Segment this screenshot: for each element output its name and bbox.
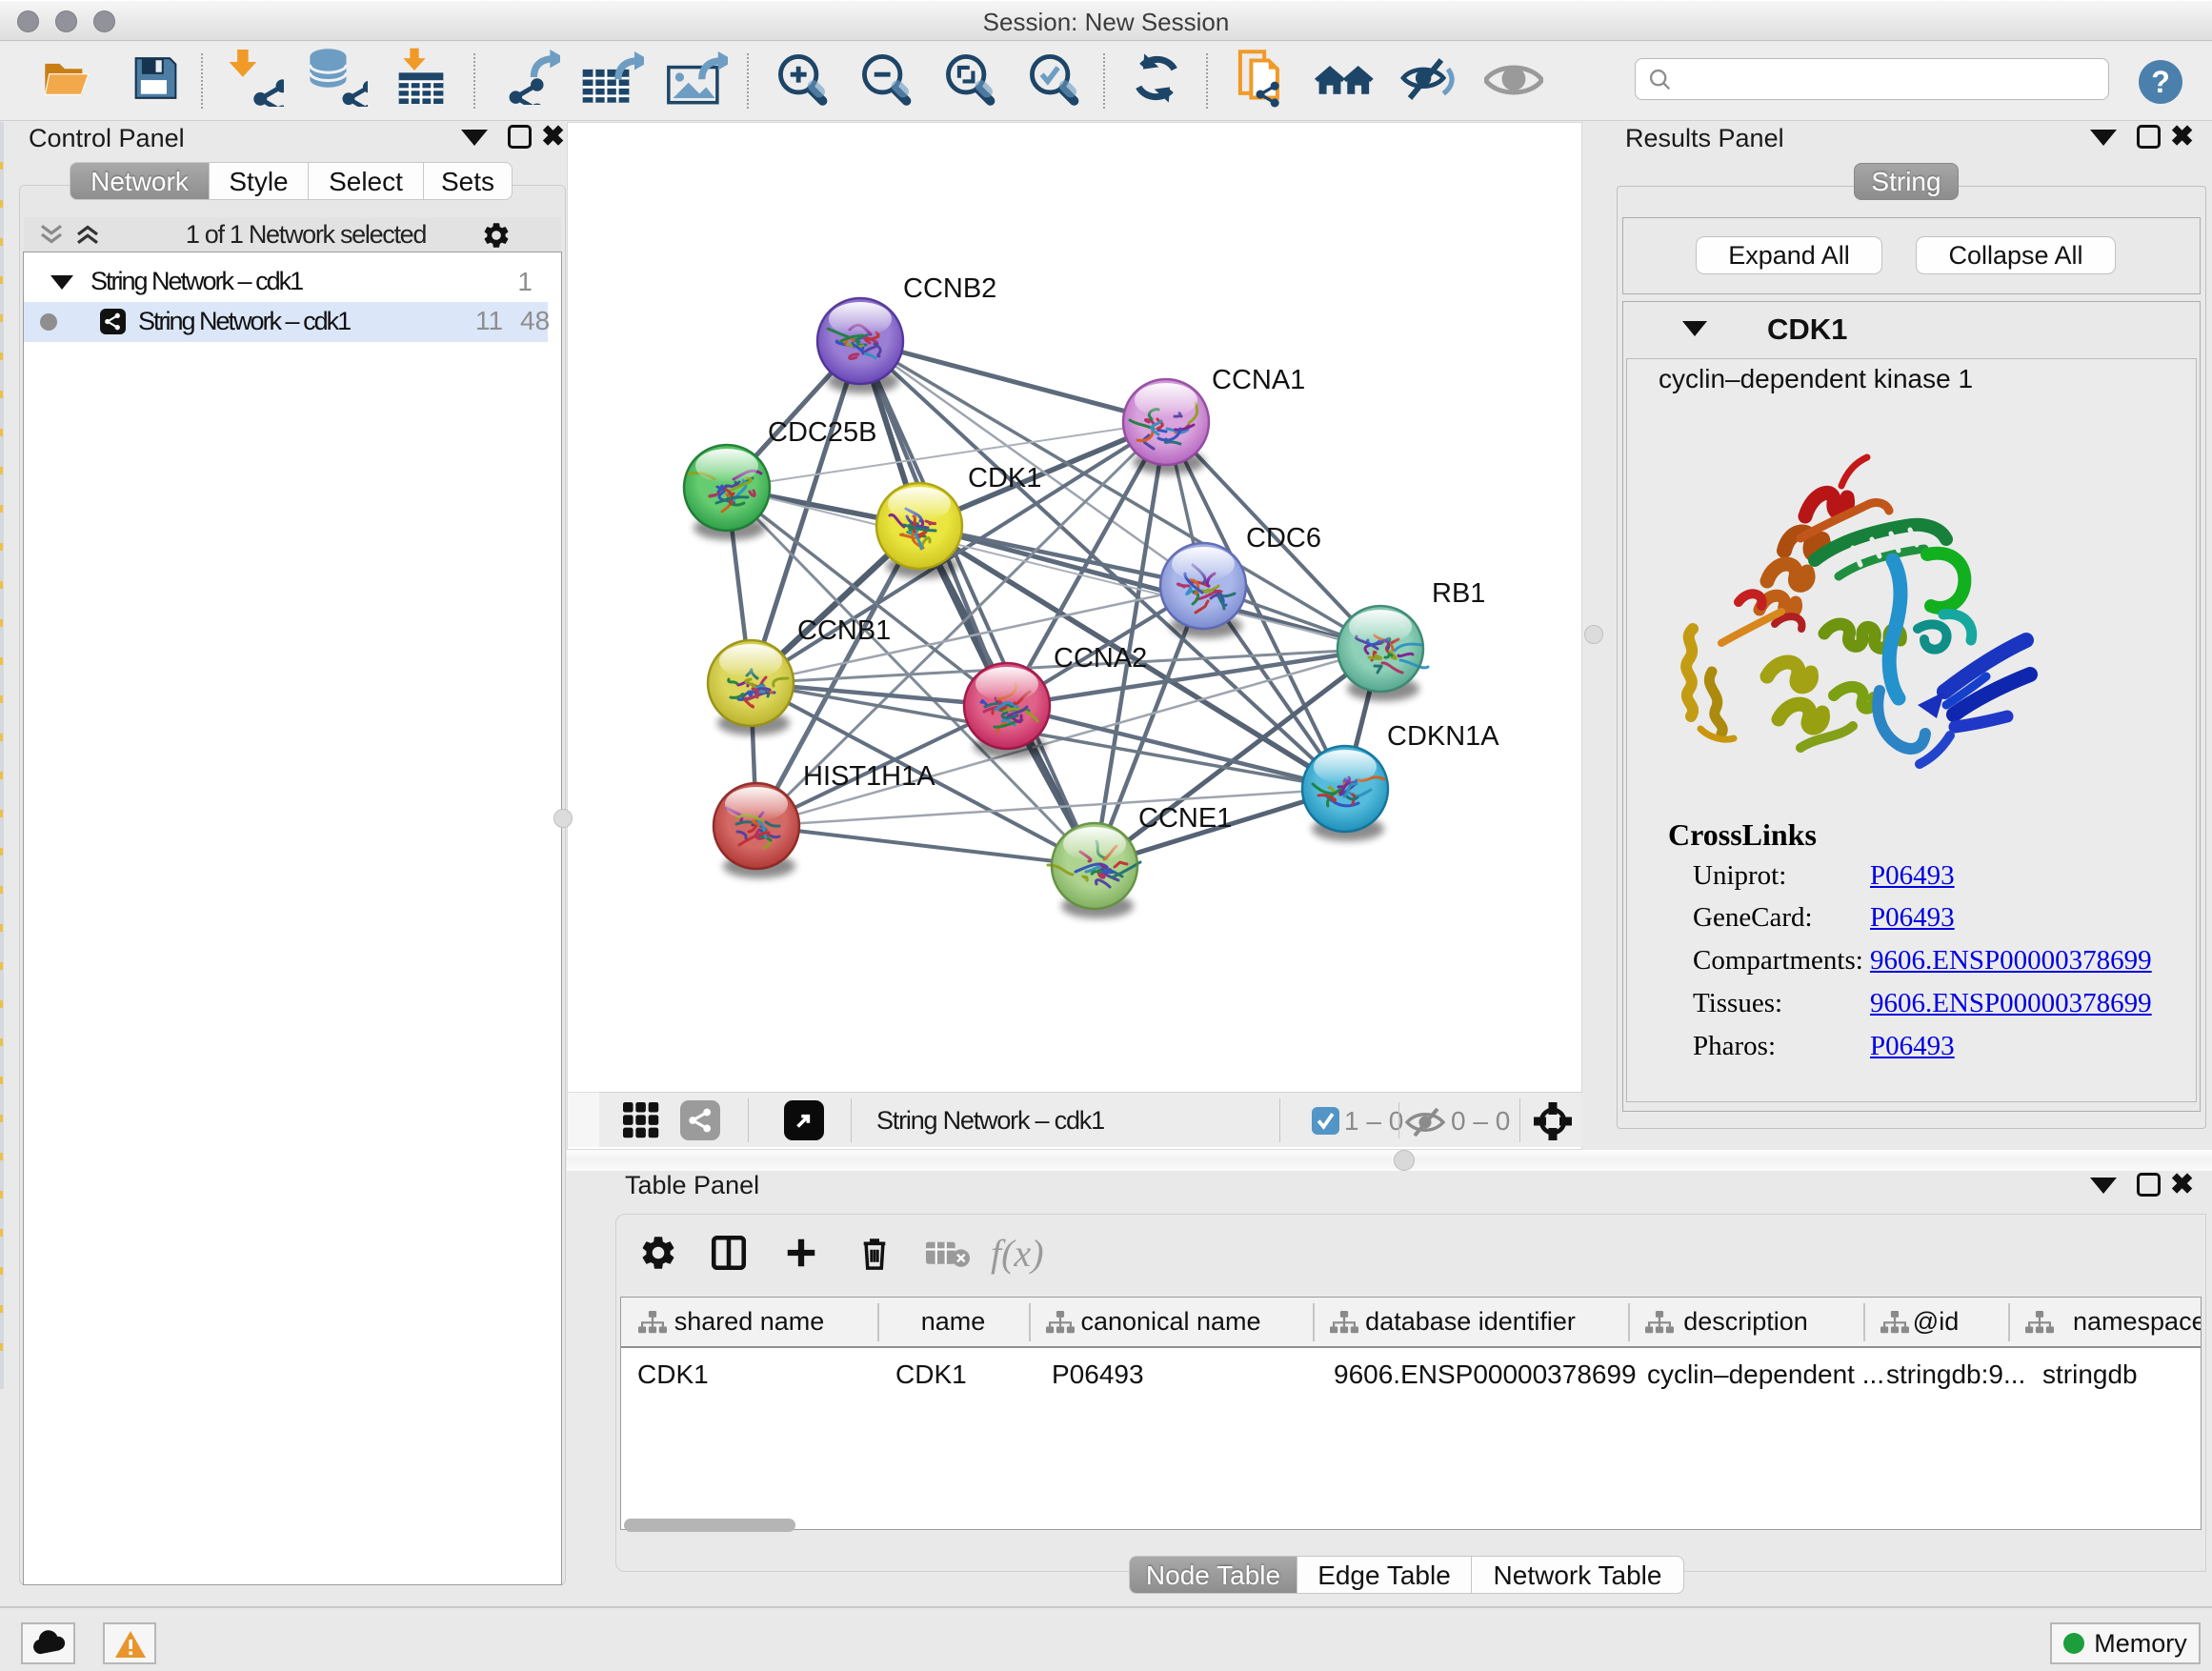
svg-text:?: ? bbox=[2151, 65, 2170, 99]
svg-text:HIST1H1A: HIST1H1A bbox=[803, 761, 935, 792]
svg-text:CCNB2: CCNB2 bbox=[903, 273, 996, 304]
svg-text:CDKN1A: CDKN1A bbox=[1387, 721, 1499, 752]
svg-text:CCNB1: CCNB1 bbox=[797, 615, 891, 646]
svg-text:CDK1: CDK1 bbox=[968, 463, 1041, 493]
svg-text:CDC6: CDC6 bbox=[1246, 523, 1321, 554]
svg-text:RB1: RB1 bbox=[1432, 578, 1485, 609]
svg-text:CCNA1: CCNA1 bbox=[1212, 365, 1305, 395]
svg-text:CCNA2: CCNA2 bbox=[1054, 643, 1147, 674]
svg-text:CCNE1: CCNE1 bbox=[1138, 803, 1232, 834]
svg-text:CDC25B: CDC25B bbox=[768, 417, 876, 448]
